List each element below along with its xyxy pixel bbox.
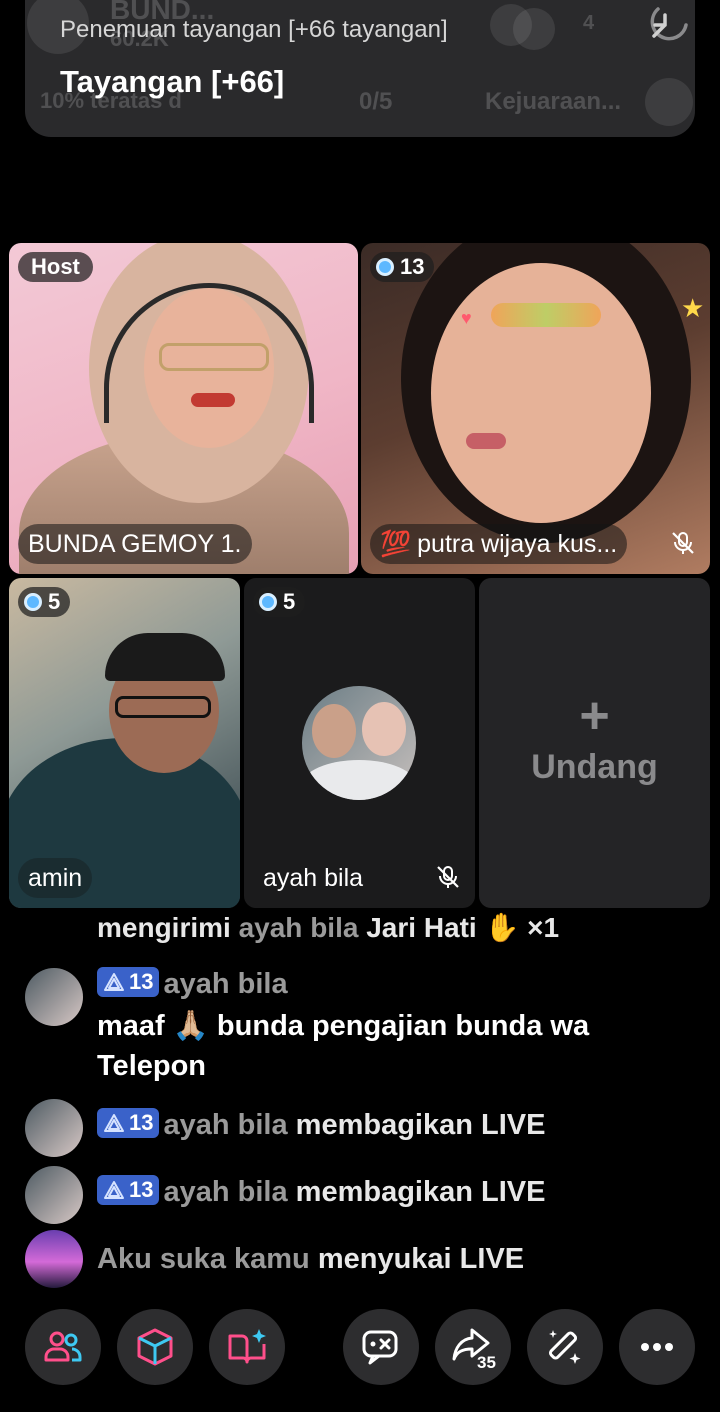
guest3-avatar (302, 686, 416, 800)
avatar-person-2 (362, 702, 406, 756)
guest3-name-pill[interactable]: ayah bila (253, 858, 373, 898)
plus-icon: + (579, 687, 610, 745)
star-sticker-icon: ★ (681, 293, 705, 323)
banner-title: Tayangan [+66] (60, 64, 285, 99)
comment-item[interactable]: Aku suka kamu menyukai LIVE (25, 1230, 695, 1299)
guest2-name: amin (28, 864, 83, 892)
multi-guest-button[interactable] (25, 1309, 101, 1385)
guest1-lips (466, 433, 506, 449)
gift-hand-icon: ✋ (484, 912, 520, 943)
chat-x-icon (362, 1330, 398, 1365)
effects-button[interactable] (117, 1309, 193, 1385)
mic-muted-icon (437, 866, 459, 888)
comment-username[interactable]: ayah bila (163, 1176, 287, 1208)
host-name: BUNDA GEMOY 1. (28, 530, 242, 558)
guest1-name: putra wijaya kus... (417, 530, 618, 558)
guest3-name: ayah bila (263, 864, 364, 892)
commenter-avatar[interactable] (25, 1099, 83, 1157)
host-name-pill[interactable]: BUNDA GEMOY 1. (18, 524, 252, 564)
comment-filter-button[interactable] (343, 1309, 419, 1385)
commenter-avatar[interactable] (25, 968, 83, 1026)
more-button[interactable] (619, 1309, 695, 1385)
guest2-level-badge: 5 (18, 587, 71, 617)
comment-username[interactable]: ayah bila (163, 1109, 287, 1141)
guest1-face (431, 263, 651, 523)
magic-wand-icon (548, 1330, 581, 1364)
guest1-eye-makeup (491, 303, 601, 327)
hundred-emoji-icon: 💯 (380, 530, 412, 558)
user-level-badge: 13 (97, 1108, 160, 1139)
people-icon (44, 1331, 82, 1362)
ghost-gift-avatar (645, 78, 693, 126)
comment-item[interactable]: 13 ayah bila membagikan LIVE (25, 1099, 695, 1165)
more-icon (641, 1343, 673, 1351)
host-badge: Host (18, 252, 93, 282)
ghost-progress: 0/5 (359, 88, 393, 115)
host-video-tile[interactable]: Host BUNDA GEMOY 1. (9, 243, 358, 574)
guest1-level: 13 (400, 254, 425, 279)
user-level-badge: 13 (97, 1175, 160, 1206)
guest-video-tile-1[interactable]: ★ ♥ 13 💯 putra wijaya kus... (361, 243, 710, 574)
guest1-level-badge: 13 (370, 252, 435, 282)
guest2-cap (105, 633, 225, 681)
ghost-viewer-avatar-2 (513, 8, 555, 50)
cube-icon (137, 1328, 173, 1366)
heart-sticker-icon: ♥ (461, 308, 472, 328)
guest-video-tile-2[interactable]: 5 amin (9, 578, 240, 908)
comment-action: menyukai LIVE (317, 1243, 525, 1275)
view-discovery-banner[interactable]: BUND... 60.2K 10% teratas d 0/5 Kejuaraa… (25, 0, 695, 137)
avatar-bodies (302, 760, 416, 800)
comment-text: maaf 🙏🏼 bunda pengajian bunda wa Telepon (97, 1010, 590, 1082)
comment-item[interactable]: 13 ayah bila maaf 🙏🏼 bunda pengajian bun… (25, 964, 695, 1084)
level-triangle-icon (104, 1181, 124, 1200)
collapse-icon[interactable] (648, 5, 690, 47)
comment-username[interactable]: ayah bila (163, 968, 287, 1000)
ghost-championship: Kejuaraan... (485, 88, 622, 115)
invite-tile[interactable]: + Undang (479, 578, 710, 908)
mic-muted-icon (672, 532, 694, 554)
guest3-level-badge: 5 (253, 587, 306, 617)
level-icon (259, 593, 277, 611)
comment-username[interactable]: Aku suka kamu (97, 1243, 310, 1275)
level-icon (376, 258, 394, 276)
commenter-avatar[interactable] (25, 1230, 83, 1288)
guest3-level: 5 (283, 589, 296, 614)
comment-action: membagikan LIVE (295, 1176, 546, 1208)
user-level-badge: 13 (97, 967, 160, 998)
avatar-person-1 (312, 704, 356, 758)
invite-label: Undang (531, 748, 658, 786)
book-sparkle-icon (228, 1329, 266, 1364)
guest2-glasses (115, 696, 211, 718)
magic-wand-button[interactable] (527, 1309, 603, 1385)
gift-message-partial: mengirimi ayah bila Jari Hati ✋ ×1 (97, 912, 560, 943)
guest2-name-pill[interactable]: amin (18, 858, 93, 898)
comment-item[interactable]: 13 ayah bila membagikan LIVE (25, 1166, 695, 1232)
guest1-name-pill[interactable]: 💯 putra wijaya kus... (370, 524, 628, 564)
share-button[interactable]: 35 (435, 1309, 511, 1385)
level-triangle-icon (104, 973, 124, 992)
guest2-level: 5 (48, 589, 61, 614)
comment-action: membagikan LIVE (295, 1109, 546, 1141)
level-icon (24, 593, 42, 611)
ghost-viewer-count: 4 (583, 12, 595, 34)
guest-video-tile-3[interactable]: 5 ayah bila (244, 578, 475, 908)
commenter-avatar[interactable] (25, 1166, 83, 1224)
level-triangle-icon (104, 1114, 124, 1133)
banner-subtitle: Penemuan tayangan [+66 tayangan] (60, 16, 448, 43)
magazine-button[interactable] (209, 1309, 285, 1385)
share-count: 35 (477, 1353, 496, 1372)
